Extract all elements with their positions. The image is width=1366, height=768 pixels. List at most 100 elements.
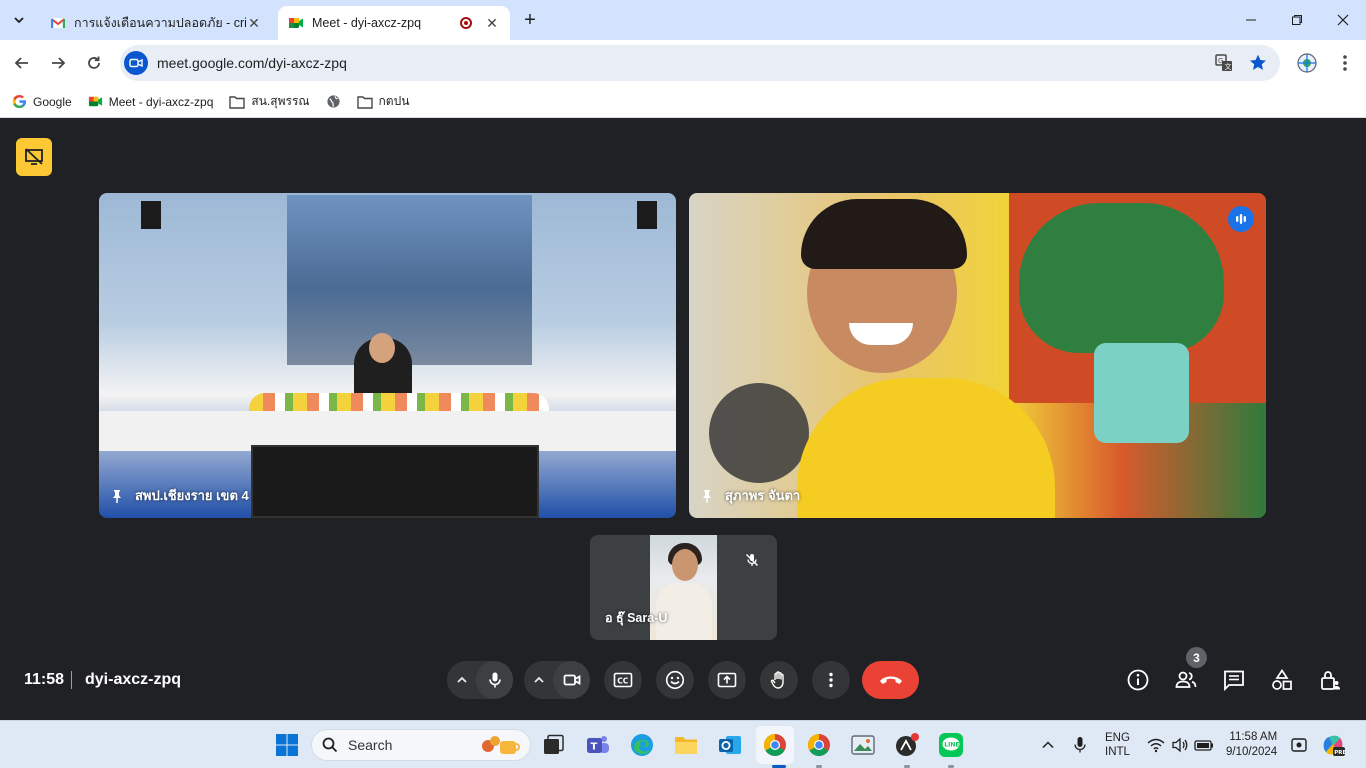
- windows-icon: [276, 734, 298, 756]
- participant-name-tag: สุภาพร จันตา: [699, 485, 800, 506]
- video-camera-icon: [129, 58, 143, 68]
- info-icon: [1127, 669, 1149, 691]
- reload-button[interactable]: [82, 51, 106, 75]
- self-view-tile[interactable]: อ ธุ๊ Sara-U: [590, 535, 777, 640]
- svg-text:CC: CC: [617, 677, 629, 686]
- people-button[interactable]: [1173, 667, 1199, 693]
- new-tab-button[interactable]: +: [518, 9, 542, 33]
- leave-call-button[interactable]: [862, 661, 919, 699]
- back-button[interactable]: [10, 51, 34, 75]
- more-vert-icon[interactable]: [1334, 52, 1356, 74]
- audio-options-button[interactable]: [447, 661, 476, 699]
- edge-app[interactable]: [628, 731, 656, 759]
- bookmark-google[interactable]: Google: [12, 94, 72, 109]
- tab-strip: การแจ้งเตือนความปลอดภัย - cri4@ ✕ Meet -…: [0, 0, 1366, 40]
- show-hidden-icons-button[interactable]: [1034, 731, 1062, 759]
- participant-tile-speaking[interactable]: สุภาพร จันตา: [689, 193, 1266, 518]
- tab-search-button[interactable]: [6, 7, 32, 33]
- site-info-button[interactable]: [124, 51, 148, 75]
- participant-name-tag: อ ธุ๊ Sara-U: [605, 608, 667, 628]
- recording-icon: [460, 17, 472, 29]
- meeting-details-button[interactable]: [1125, 667, 1151, 693]
- input-language-indicator[interactable]: ENG INTL: [1105, 731, 1130, 759]
- close-icon[interactable]: ✕: [484, 15, 500, 32]
- bookmark-meet[interactable]: Meet - dyi-axcz-zpq: [88, 94, 213, 109]
- social-app[interactable]: [893, 731, 921, 759]
- pin-icon[interactable]: [109, 488, 125, 504]
- outlook-icon: [719, 736, 741, 754]
- bookmark-globe[interactable]: [326, 94, 341, 109]
- host-controls-button[interactable]: [1317, 667, 1343, 693]
- browser-toolbar: meet.google.com/dyi-axcz-zpq G文: [0, 40, 1366, 86]
- chrome-app[interactable]: [761, 731, 789, 759]
- close-icon: [1337, 14, 1349, 26]
- translate-icon[interactable]: G文: [1214, 53, 1234, 73]
- chrome-profile-app[interactable]: [805, 731, 833, 759]
- edge-icon: [631, 734, 653, 756]
- reactions-button[interactable]: [656, 661, 694, 699]
- bookmark-label: กตปน: [378, 94, 410, 108]
- reload-icon: [88, 56, 100, 69]
- chat-button[interactable]: [1221, 667, 1247, 693]
- file-explorer-app[interactable]: [672, 731, 700, 759]
- tab-title: Meet - dyi-axcz-zpq: [312, 16, 422, 30]
- shapes-icon: [1272, 668, 1292, 690]
- tray-time: 11:58 AM: [1229, 731, 1278, 743]
- present-screen-button[interactable]: [708, 661, 746, 699]
- teams-app[interactable]: T: [584, 731, 612, 759]
- tray-date: 9/10/2024: [1226, 746, 1278, 758]
- close-icon[interactable]: ✕: [246, 15, 262, 32]
- camera-button[interactable]: [553, 661, 590, 699]
- minimize-button[interactable]: [1228, 0, 1274, 40]
- taskbar-search[interactable]: Search: [311, 729, 531, 761]
- language-code: ENG: [1105, 732, 1130, 744]
- audio-level-icon: [1236, 214, 1246, 224]
- tab-gmail[interactable]: การแจ้งเตือนความปลอดภัย - cri4@ ✕: [40, 6, 272, 40]
- extension-globe-icon[interactable]: [1296, 52, 1318, 74]
- svg-text:文: 文: [1225, 62, 1232, 71]
- more-options-button[interactable]: [812, 661, 850, 699]
- pin-icon[interactable]: [699, 488, 715, 504]
- call-end-icon: [879, 676, 902, 684]
- autumn-tea-icon: [482, 736, 520, 754]
- search-icon: [322, 737, 338, 753]
- captions-button[interactable]: CC: [604, 661, 642, 699]
- forward-button[interactable]: [46, 51, 70, 75]
- tab-meet[interactable]: Meet - dyi-axcz-zpq ✕: [278, 6, 510, 40]
- outlook-app[interactable]: [716, 731, 744, 759]
- participant-name-tag: สพป.เชียงราย เขต 4: [109, 485, 249, 506]
- task-view-button[interactable]: [539, 731, 567, 759]
- participant-name: สุภาพร จันตา: [725, 488, 801, 503]
- monitor-screen: [251, 445, 539, 518]
- line-app[interactable]: LINE: [937, 731, 965, 759]
- close-window-button[interactable]: [1320, 0, 1366, 40]
- presentation-off-icon: [25, 148, 43, 165]
- microphone-tray-button[interactable]: [1066, 731, 1094, 759]
- closed-captions-icon: CC: [613, 672, 633, 688]
- google-icon: [12, 94, 27, 109]
- restore-button[interactable]: [1274, 0, 1320, 40]
- battery-tray-button[interactable]: [1190, 731, 1218, 759]
- bookmark-label: Google: [33, 94, 72, 109]
- bookmark-folder-kotopon[interactable]: กตปน: [356, 92, 410, 111]
- video-options-button[interactable]: [524, 661, 553, 699]
- address-bar[interactable]: meet.google.com/dyi-axcz-zpq G文: [120, 45, 1280, 81]
- chrome-icon: [764, 734, 786, 756]
- hand-icon: [770, 671, 784, 689]
- bookmark-folder-supan[interactable]: สน.สุพรรณ: [229, 92, 310, 111]
- present-icon: [717, 672, 737, 688]
- star-icon[interactable]: [1248, 53, 1268, 73]
- host-controls-badge[interactable]: [16, 138, 52, 176]
- start-button[interactable]: [273, 731, 301, 759]
- copilot-button[interactable]: PRE: [1319, 731, 1347, 759]
- notification-center-button[interactable]: [1285, 731, 1313, 759]
- lock-person-icon: [1321, 671, 1340, 690]
- mic-button[interactable]: [476, 661, 513, 699]
- photos-app[interactable]: [849, 731, 877, 759]
- activities-button[interactable]: [1269, 667, 1295, 693]
- line-icon: LINE: [939, 733, 963, 757]
- person-hair: [801, 199, 967, 269]
- clock-tray[interactable]: 11:58 AM 9/10/2024: [1226, 730, 1277, 760]
- raise-hand-button[interactable]: [760, 661, 798, 699]
- participant-tile[interactable]: สพป.เชียงราย เขต 4: [99, 193, 676, 518]
